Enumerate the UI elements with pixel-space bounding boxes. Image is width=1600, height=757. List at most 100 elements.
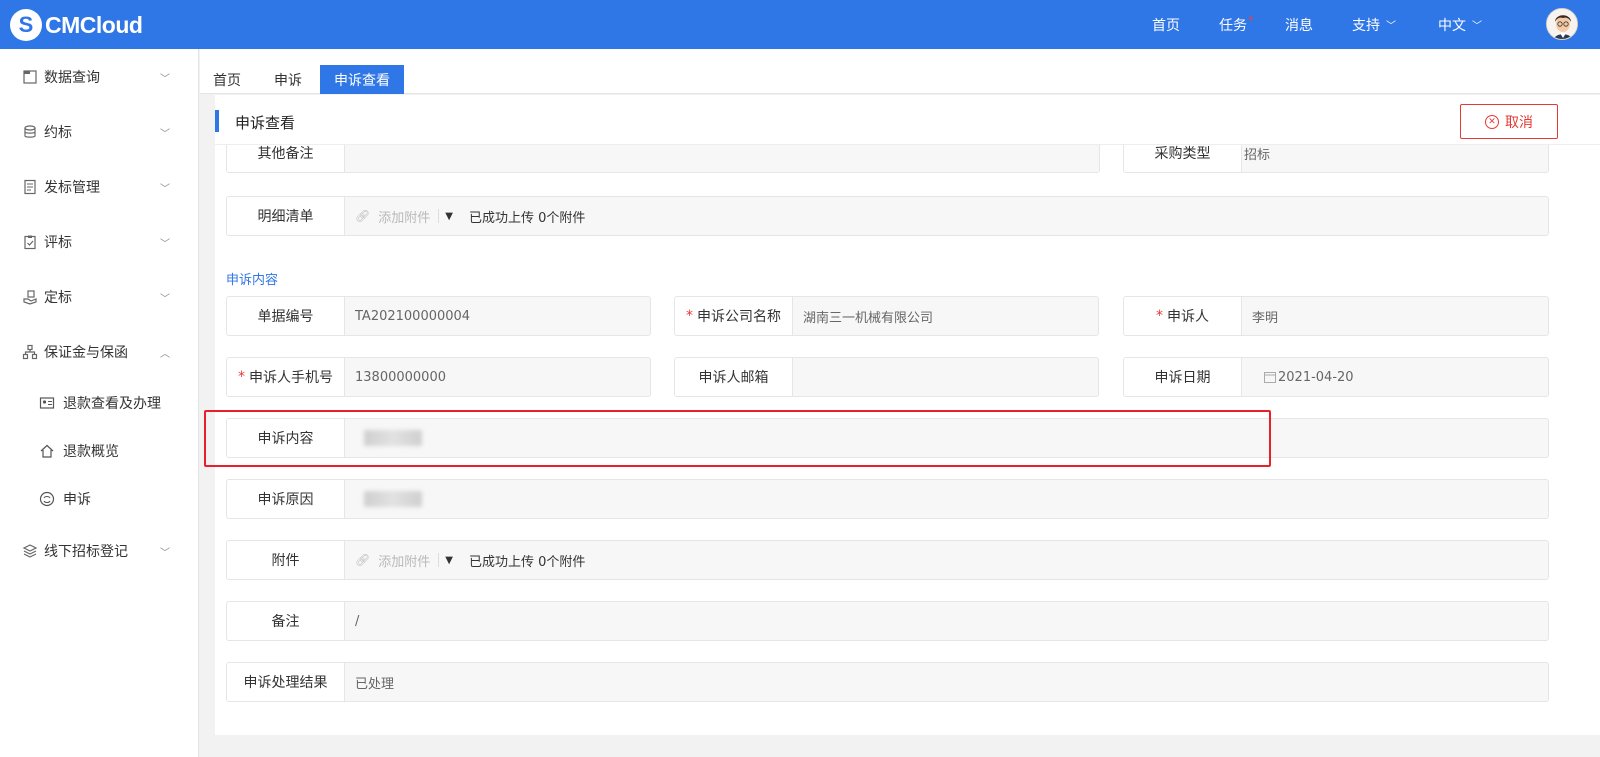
data-query-icon (22, 69, 38, 85)
remark-field: 备注 / (226, 601, 1549, 641)
top-bar: S CMCloud 首页 任务 * 消息 支持 ﹀ 中文 ﹀ (0, 0, 1600, 49)
remark-label: 备注 (227, 602, 345, 640)
logo-text: CMCloud (45, 11, 143, 38)
sidebar-item-label: 保证金与保函 (44, 345, 128, 361)
id-card-icon (39, 395, 55, 411)
purchase-type-value: 招标 (1244, 147, 1271, 163)
required-mark: * (686, 308, 693, 324)
nav-home-label: 首页 (1152, 17, 1180, 34)
page-title-bar: 申诉查看 ✕ 取消 (215, 95, 1600, 145)
appeal-reason-value (364, 480, 422, 518)
attachment-label: 附件 (227, 541, 345, 579)
appeal-reason-label: 申诉原因 (227, 480, 345, 518)
date-value-wrap: 2021-04-20 (1264, 358, 1354, 396)
date-value: 2021-04-20 (1278, 369, 1354, 385)
blurred-text (364, 491, 422, 507)
paperclip-icon: 🔗︎ (355, 553, 371, 567)
sidebar-subitem-appeal[interactable]: 申诉 (0, 481, 199, 517)
chevron-down-icon: ﹀ (160, 293, 170, 305)
caret-down-icon[interactable]: ▼ (445, 555, 453, 566)
sidebar-item-bid-management[interactable]: 发标管理 ﹀ (0, 167, 199, 207)
sidebar-item-award[interactable]: 定标 ﹀ (0, 277, 199, 317)
phone-field: * 申诉人手机号 13800000000 (226, 357, 651, 397)
divider (438, 209, 440, 223)
detail-list-label: 明细清单 (227, 197, 345, 235)
chevron-down-icon: ﹀ (160, 238, 170, 250)
coins-icon (22, 124, 38, 140)
required-mark: * (1156, 308, 1163, 324)
required-mark: * (238, 369, 245, 385)
sidebar-item-label: 约标 (44, 125, 72, 141)
tab-appeal-view[interactable]: 申诉查看 (320, 65, 404, 94)
layers-icon (22, 543, 38, 559)
add-attachment-button[interactable]: 添加附件 (378, 551, 430, 570)
avatar-icon (1547, 9, 1577, 39)
sidebar-subitem-label: 退款查看及办理 (63, 396, 161, 412)
sidebar-item-deposit[interactable]: 保证金与保函 ︿ (0, 332, 199, 372)
doc-no-label: 单据编号 (227, 297, 345, 335)
sidebar: 数据查询 ﹀ 约标 ﹀ 发标管理 ﹀ 评标 ﹀ 定标 ﹀ 保证金与保函 ︿ 退款… (0, 49, 199, 757)
chevron-down-icon: ﹀ (160, 547, 170, 559)
chevron-down-icon: ﹀ (160, 128, 170, 140)
annotation-highlight-box (204, 410, 1271, 467)
cancel-label: 取消 (1505, 114, 1533, 131)
chevron-down-icon: ﹀ (1386, 21, 1396, 32)
nav-support[interactable]: 支持 ﹀ (1352, 0, 1396, 49)
title-accent (215, 110, 219, 132)
document-icon (22, 179, 38, 195)
section-title: 申诉内容 (226, 273, 279, 288)
attach-status: 已成功上传 0个附件 (468, 554, 586, 570)
clipboard-icon (22, 234, 38, 250)
close-circle-icon: ✕ (1485, 114, 1499, 129)
sidebar-item-label: 定标 (44, 290, 72, 306)
sidebar-item-evaluation[interactable]: 评标 ﹀ (0, 222, 199, 262)
phone-label-text: 申诉人手机号 (249, 370, 333, 386)
result-value: 已处理 (355, 676, 395, 692)
sidebar-subitem-refund-overview[interactable]: 退款概览 (0, 433, 199, 469)
page-title: 申诉查看 (235, 114, 296, 132)
cancel-button[interactable]: ✕ 取消 (1460, 104, 1558, 139)
nav-language-label: 中文 (1438, 17, 1466, 34)
tab-home[interactable]: 首页 (200, 65, 254, 94)
divider (438, 553, 440, 567)
caret-down-icon[interactable]: ▼ (445, 211, 453, 222)
detail-list-attach: 🔗︎ 添加附件 ▼ 已成功上传 0个附件 (355, 197, 585, 235)
paperclip-icon: 🔗︎ (355, 209, 371, 223)
phone-label: * 申诉人手机号 (227, 358, 345, 396)
sidebar-item-label: 数据查询 (44, 70, 100, 86)
tab-appeal[interactable]: 申诉 (261, 65, 315, 94)
logo[interactable]: S CMCloud (10, 8, 143, 42)
result-label: 申诉处理结果 (227, 663, 345, 701)
appeal-icon (39, 491, 55, 507)
attachment-attach: 🔗︎ 添加附件 ▼ 已成功上传 0个附件 (355, 541, 585, 579)
nav-messages-label: 消息 (1285, 17, 1313, 34)
nav-home[interactable]: 首页 (1152, 0, 1180, 49)
other-remarks-field: 其他备注 (226, 145, 1100, 173)
sidebar-item-label: 评标 (44, 235, 72, 251)
sidebar-item-data-query[interactable]: 数据查询 ﹀ (0, 57, 199, 97)
add-attachment-button[interactable]: 添加附件 (378, 207, 430, 226)
email-label: 申诉人邮箱 (675, 358, 793, 396)
company-label: * 申诉公司名称 (675, 297, 793, 335)
person-label-text: 申诉人 (1167, 309, 1209, 325)
purchase-type-field: 采购类型 招标 (1123, 145, 1549, 173)
appeal-reason-field: 申诉原因 (226, 479, 1549, 519)
sidebar-item-offline-registration[interactable]: 线下招标登记 ﹀ (0, 531, 199, 571)
sidebar-item-bid-invite[interactable]: 约标 ﹀ (0, 112, 199, 152)
result-field: 申诉处理结果 已处理 (226, 662, 1549, 702)
sidebar-subitem-refund-handle[interactable]: 退款查看及办理 (0, 385, 199, 421)
date-field: 申诉日期 2021-04-20 (1123, 357, 1549, 397)
person-value: 李明 (1252, 310, 1279, 326)
chevron-down-icon: ﹀ (1472, 21, 1482, 32)
remark-value: / (355, 613, 360, 629)
avatar[interactable] (1546, 8, 1578, 40)
other-remarks-label: 其他备注 (227, 145, 345, 172)
nav-messages[interactable]: 消息 (1285, 0, 1313, 49)
nav-tasks[interactable]: 任务 * (1219, 0, 1254, 49)
nav-language[interactable]: 中文 ﹀ (1438, 0, 1482, 49)
org-icon (22, 344, 38, 360)
sidebar-subitem-label: 退款概览 (63, 444, 119, 460)
tab-bar: 首页 申诉 申诉查看 (200, 49, 1600, 94)
attach-status: 已成功上传 0个附件 (468, 210, 586, 226)
logo-icon: S (10, 9, 42, 41)
